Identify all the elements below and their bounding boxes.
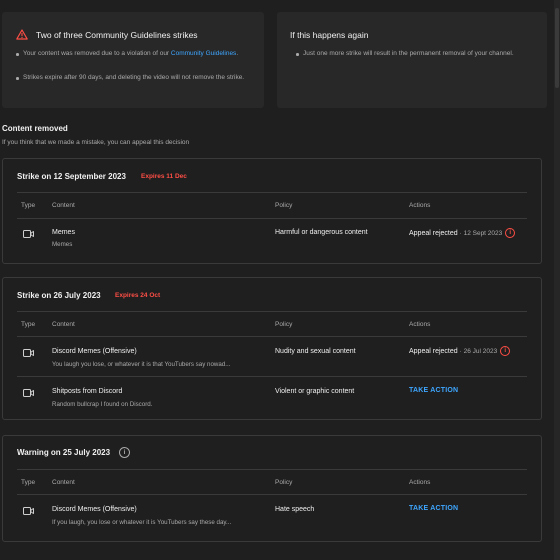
divider — [17, 218, 527, 219]
video-icon — [23, 389, 34, 397]
policy-label: Nudity and sexual content — [275, 348, 356, 355]
appeal-status: Appeal rejected · 12 Sept 2023 i — [409, 228, 516, 238]
if-happens-again-bullet: Just one more strike will result in the … — [296, 48, 535, 60]
header-content: Content — [52, 202, 75, 209]
warning-icon — [16, 29, 28, 40]
header-content: Content — [52, 479, 75, 486]
policy-label: Harmful or dangerous content — [275, 229, 368, 236]
strike-expiry: Expires 24 Oct — [115, 292, 161, 299]
summary-bullet-end: . — [236, 50, 239, 57]
appeal-status: Appeal rejected · 26 Jul 2023 i — [409, 346, 511, 356]
info-icon[interactable]: i — [505, 228, 516, 238]
video-icon — [23, 230, 34, 238]
content-title[interactable]: Memes — [52, 229, 75, 236]
video-icon — [23, 507, 34, 515]
take-action-button[interactable]: TAKE ACTION — [409, 387, 458, 394]
divider — [17, 494, 527, 495]
strike-title: Strike on 26 July 2023 — [17, 291, 101, 300]
header-type: Type — [21, 479, 36, 486]
appeal-date: · 26 Jul 2023 — [459, 347, 498, 355]
strike-card: Strike on 26 July 2023 Expires 24 Oct Ty… — [2, 277, 542, 420]
header-type: Type — [21, 202, 36, 209]
if-happens-again-title: If this happens again — [290, 30, 369, 40]
policy-label: Violent or graphic content — [275, 388, 355, 395]
summary-bullet-text: Your content was removed due to a violat… — [23, 50, 170, 57]
divider — [17, 469, 527, 470]
header-policy: Policy — [275, 202, 293, 209]
divider — [17, 311, 527, 312]
content-description: You laugh you lose, or whatever it is th… — [52, 361, 231, 368]
if-happens-again-card: If this happens again Just one more stri… — [277, 12, 547, 108]
strikes-summary-card: Two of three Community Guidelines strike… — [2, 12, 264, 108]
appeal-status-text: Appeal rejected — [409, 229, 458, 237]
header-actions: Actions — [409, 321, 431, 328]
header-actions: Actions — [409, 479, 431, 486]
community-guidelines-link[interactable]: Community Guidelines — [171, 50, 236, 57]
appeal-date: · 12 Sept 2023 — [459, 229, 503, 237]
info-icon[interactable]: i — [119, 447, 130, 458]
warning-card: Warning on 25 July 2023 i Type Content P… — [2, 435, 542, 542]
section-subtitle: If you think that we made a mistake, you… — [2, 139, 190, 146]
divider — [17, 192, 527, 193]
policy-label: Hate speech — [275, 506, 315, 513]
content-title[interactable]: Discord Memes (Offensive) — [52, 348, 137, 355]
strike-title: Strike on 12 September 2023 — [17, 172, 126, 181]
summary-bullet-removed: Your content was removed due to a violat… — [16, 48, 255, 60]
summary-bullet-expire: Strikes expire after 90 days, and deleti… — [16, 72, 255, 84]
scrollbar[interactable] — [554, 0, 560, 560]
header-actions: Actions — [409, 202, 431, 209]
take-action-button[interactable]: TAKE ACTION — [409, 505, 458, 512]
header-policy: Policy — [275, 321, 293, 328]
divider — [17, 376, 527, 377]
video-icon — [23, 349, 34, 357]
header-policy: Policy — [275, 479, 293, 486]
divider — [17, 336, 527, 337]
section-title: Content removed — [2, 124, 68, 133]
content-title[interactable]: Discord Memes (Offensive) — [52, 506, 137, 513]
info-icon[interactable]: i — [500, 346, 511, 356]
content-description: Random bullcrap I found on Discord. — [52, 401, 153, 408]
appeal-status-text: Appeal rejected — [409, 347, 458, 355]
content-title[interactable]: Shitposts from Discord — [52, 388, 122, 395]
strike-expiry: Expires 11 Dec — [141, 173, 187, 180]
content-description: If you laugh, you lose or whatever it is… — [52, 519, 232, 526]
warning-title: Warning on 25 July 2023 — [17, 448, 111, 457]
strikes-summary-title: Two of three Community Guidelines strike… — [36, 30, 198, 40]
header-content: Content — [52, 321, 75, 328]
content-description: Memes — [52, 241, 73, 248]
scrollbar-thumb[interactable] — [555, 8, 559, 88]
strike-card: Strike on 12 September 2023 Expires 11 D… — [2, 158, 542, 264]
header-type: Type — [21, 321, 36, 328]
